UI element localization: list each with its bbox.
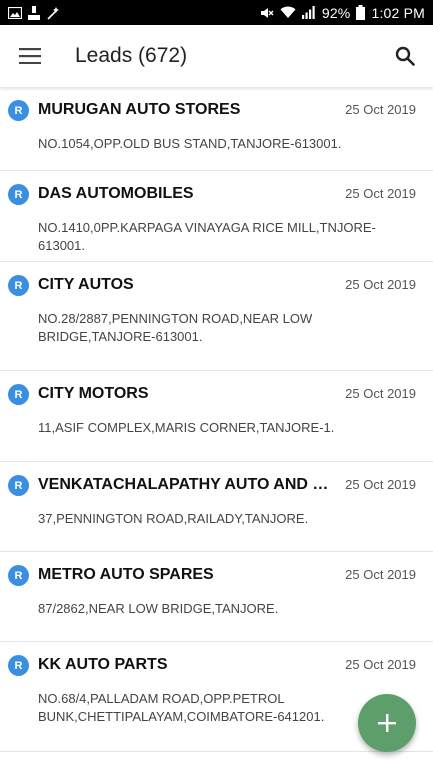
signal-icon [301,6,315,19]
lead-address: 37,PENNINGTON ROAD,RAILADY,TANJORE. [38,511,309,526]
search-button[interactable] [377,25,433,87]
lead-date: 25 Oct 2019 [345,386,416,401]
lead-status-badge: R [8,475,29,496]
battery-percentage: 92% [321,4,351,21]
lead-row[interactable]: R METRO AUTO SPARES 25 Oct 2019 87/2862,… [0,552,433,642]
lead-row[interactable]: R DAS AUTOMOBILES 25 Oct 2019 NO.1410,0P… [0,171,433,262]
search-icon [395,46,415,66]
hamburger-menu-icon [19,48,41,64]
lead-status-badge: R [8,384,29,405]
lead-status-badge: R [8,275,29,296]
lead-name: CITY MOTORS [38,385,149,402]
lead-address: 87/2862,NEAR LOW BRIDGE,TANJORE. [38,601,279,616]
menu-button[interactable] [0,25,60,87]
lead-name: MURUGAN AUTO STORES [38,101,241,118]
mute-icon [260,7,274,18]
lead-address: NO.1410,0PP.KARPAGA VINAYAGA RICE MILL,T… [38,220,376,253]
lead-name: CITY AUTOS [38,276,134,293]
lead-status-badge: R [8,184,29,205]
lead-address: NO.28/2887,PENNINGTON ROAD,NEAR LOW BRID… [38,311,313,344]
lead-status-badge: R [8,655,29,676]
clock: 1:02 PM [371,4,425,21]
magic-wand-icon [47,6,59,20]
lead-row[interactable]: R CITY AUTOS 25 Oct 2019 NO.28/2887,PENN… [0,262,433,371]
lead-status-badge: R [8,100,29,121]
lead-address: NO.1054,OPP.OLD BUS STAND,TANJORE-613001… [38,136,342,151]
app-bar: Leads (672) [0,25,433,87]
wifi-icon [280,6,296,18]
lead-name: DAS AUTOMOBILES [38,185,194,202]
lead-status-badge: R [8,565,29,586]
plus-icon [378,714,396,732]
lead-row[interactable]: R MURUGAN AUTO STORES 25 Oct 2019 NO.105… [0,87,433,171]
add-lead-button[interactable] [358,694,416,752]
lead-row[interactable]: R VENKATACHALAPATHY AUTO AND OIL... 25 O… [0,462,433,552]
lead-name: VENKATACHALAPATHY AUTO AND OIL... [38,476,340,493]
status-bar-notifications [8,5,60,20]
lead-name: KK AUTO PARTS [38,656,168,673]
lead-date: 25 Oct 2019 [345,657,416,672]
lead-address: 11,ASIF COMPLEX,MARIS CORNER,TANJORE-1. [38,420,335,435]
lead-date: 25 Oct 2019 [345,567,416,582]
status-bar-system: 92% 1:02 PM [260,5,425,21]
lead-date: 25 Oct 2019 [345,186,416,201]
battery-icon [356,5,366,20]
lead-row[interactable]: R CITY MOTORS 25 Oct 2019 11,ASIF COMPLE… [0,371,433,462]
lead-name: METRO AUTO SPARES [38,566,214,583]
lead-date: 25 Oct 2019 [345,102,416,117]
page-title: Leads (672) [75,44,188,67]
lead-date: 25 Oct 2019 [345,277,416,292]
leads-list: R MURUGAN AUTO STORES 25 Oct 2019 NO.105… [0,87,433,770]
status-bar: 92% 1:02 PM [0,0,433,25]
lead-date: 25 Oct 2019 [345,477,416,492]
gallery-icon [8,6,22,19]
user-icon [28,5,40,20]
